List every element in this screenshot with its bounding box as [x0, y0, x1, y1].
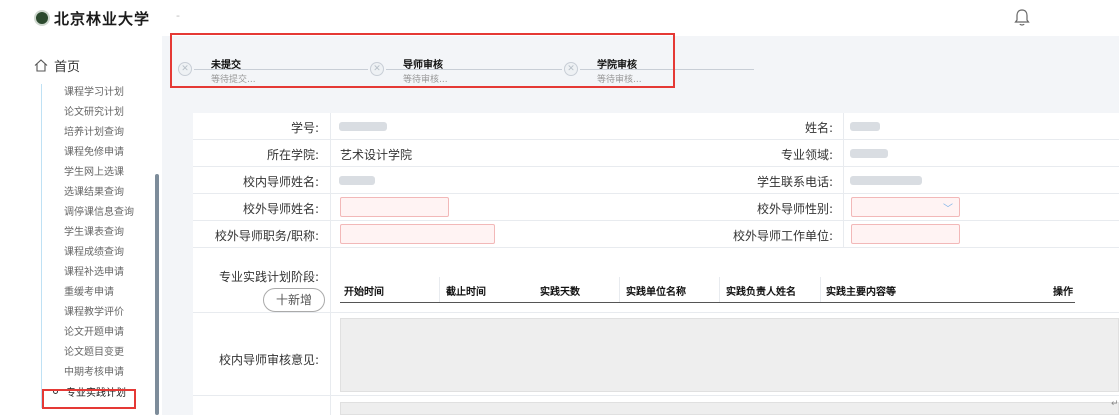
table-col-divider [619, 277, 620, 302]
column-header: 截止时间 [446, 287, 486, 298]
name-label: 姓名: [804, 121, 833, 135]
sidebar-scrollbar[interactable] [155, 174, 159, 415]
practice-plan-form: 学号: 姓名: 所在学院: 艺术设计学院 专业领域: 校内导师姓名: 学生联系电… [193, 113, 1119, 415]
sidebar-home-label: 首页 [54, 60, 81, 75]
column-header: 实践天数 [540, 287, 580, 298]
college-label: 所在学院: [266, 148, 319, 162]
bell-icon[interactable] [1013, 8, 1031, 28]
table-col-divider [439, 277, 440, 302]
student-id-value [339, 122, 387, 131]
form-row: 所在学院: 艺术设计学院 专业领域: [193, 140, 1119, 167]
sidebar-item-training-plan[interactable]: 培养计划查询 [64, 123, 124, 138]
form-row: 学号: 姓名: [193, 113, 1119, 140]
outer-unit-input[interactable] [851, 224, 960, 244]
outer-gender-label: 校外导师性别: [756, 202, 833, 216]
outer-title-label: 校外导师职务/职称: [214, 229, 319, 243]
phone-label: 学生联系电话: [756, 175, 833, 189]
sidebar-item-course-exemption[interactable]: 课程免修申请 [64, 143, 124, 158]
sidebar-item-midterm[interactable]: 中期考核申请 [64, 363, 124, 378]
major-value [850, 149, 888, 158]
student-id-label: 学号: [290, 121, 319, 135]
next-opinion-textarea[interactable] [340, 402, 1119, 415]
outer-gender-select[interactable]: ﹀ [851, 197, 960, 217]
seal-icon [34, 10, 50, 26]
inner-supervisor-value [339, 176, 375, 185]
return-mark: ↵ [1111, 399, 1119, 409]
form-row: 校外导师职务/职称: 校外导师工作单位: [193, 221, 1119, 248]
form-row-divider [193, 395, 1119, 396]
column-header: 实践单位名称 [626, 287, 686, 298]
column-header: 实践负责人姓名 [726, 287, 796, 298]
university-logo[interactable]: 北京林业大学 [34, 8, 150, 28]
inner-opinion-textarea[interactable] [340, 318, 1119, 392]
sidebar-item-course-plan[interactable]: 课程学习计划 [64, 83, 124, 98]
column-header: 开始时间 [344, 287, 384, 298]
outer-supervisor-input[interactable] [340, 197, 449, 217]
sidebar-item-teaching-evaluation[interactable]: 课程教学评价 [64, 303, 124, 318]
outer-unit-label: 校外导师工作单位: [732, 229, 833, 243]
sidebar-item-grades[interactable]: 课程成绩查询 [64, 243, 124, 258]
sidebar-item-home[interactable]: 首页 [34, 56, 80, 75]
sidebar-item-selection-result[interactable]: 选课结果查询 [64, 183, 124, 198]
name-value [850, 122, 880, 131]
header-separator: - [176, 9, 180, 22]
college-value: 艺术设计学院 [340, 148, 413, 162]
add-button[interactable]: 十新增 [263, 288, 325, 312]
outer-title-input[interactable] [340, 224, 495, 244]
column-header: 实践主要内容等 [826, 287, 896, 298]
outer-supervisor-label: 校外导师姓名: [242, 202, 319, 216]
major-label: 专业领域: [780, 148, 833, 162]
sidebar-item-proposal[interactable]: 论文开题申请 [64, 323, 124, 338]
sidebar: 首页 课程学习计划 论文研究计划 培养计划查询 课程免修申请 学生网上选课 选课… [0, 36, 162, 415]
form-row: 校内导师姓名: 学生联系电话: [193, 167, 1119, 194]
sidebar-item-supplementary-selection[interactable]: 课程补选申请 [64, 263, 124, 278]
practice-stage-label: 专业实践计划阶段: [218, 270, 319, 284]
phone-value [850, 176, 922, 185]
sidebar-tree-line [41, 84, 42, 408]
top-bar: 北京林业大学 - [0, 0, 1119, 36]
chevron-down-icon: ﹀ [943, 204, 953, 215]
sidebar-item-class-change[interactable]: 调停课信息查询 [64, 203, 134, 218]
form-row-divider [193, 312, 1119, 313]
sidebar-item-timetable[interactable]: 学生课表查询 [64, 223, 124, 238]
sidebar-item-online-selection[interactable]: 学生网上选课 [64, 163, 124, 178]
home-icon [34, 59, 48, 72]
practice-table-header: 开始时间 截止时间 实践天数 实践单位名称 实践负责人姓名 实践主要内容等 操作 [340, 277, 1075, 303]
column-header: 操作 [1053, 287, 1073, 298]
steps-highlight [170, 33, 675, 88]
active-item-highlight [42, 389, 136, 409]
form-row: 校外导师姓名: 校外导师性别: ﹀ [193, 194, 1119, 221]
inner-opinion-label: 校内导师审核意见: [218, 353, 319, 367]
inner-supervisor-label: 校内导师姓名: [242, 175, 319, 189]
logo-text: 北京林业大学 [54, 9, 151, 28]
table-col-divider [820, 277, 821, 302]
sidebar-item-topic-change[interactable]: 论文题目变更 [64, 343, 124, 358]
sidebar-item-thesis-plan[interactable]: 论文研究计划 [64, 103, 124, 118]
sidebar-item-exam-deferral[interactable]: 重缓考申请 [64, 283, 114, 298]
table-col-divider [719, 277, 720, 302]
